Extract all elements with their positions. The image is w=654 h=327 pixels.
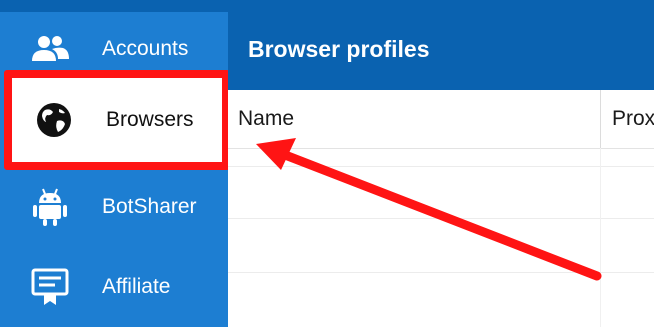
profiles-table: Name Prox xyxy=(228,90,654,327)
page-header: Browser profiles xyxy=(228,12,654,90)
top-bar xyxy=(0,0,654,12)
table-row[interactable] xyxy=(228,166,654,167)
sidebar-item-label: BotSharer xyxy=(102,195,197,218)
column-header-proxy[interactable]: Prox xyxy=(612,90,654,148)
sidebar-item-label: Browsers xyxy=(106,108,194,131)
users-icon xyxy=(28,27,72,71)
sidebar-item-affiliate[interactable]: Affiliate xyxy=(0,250,228,324)
page-title: Browser profiles xyxy=(248,36,430,62)
column-header-name[interactable]: Name xyxy=(238,90,294,148)
column-divider xyxy=(600,148,601,327)
table-row[interactable] xyxy=(228,272,654,273)
table-row[interactable] xyxy=(228,218,654,219)
android-icon xyxy=(28,185,72,229)
column-divider[interactable] xyxy=(600,90,601,148)
sidebar-item-browsers[interactable]: Browsers xyxy=(4,70,230,170)
globe-icon xyxy=(32,98,76,142)
sidebar-item-label: Accounts xyxy=(102,37,189,60)
certificate-icon xyxy=(28,265,72,309)
sidebar-item-botsharer[interactable]: BotSharer xyxy=(0,170,228,244)
table-header: Name Prox xyxy=(228,90,654,149)
sidebar-item-label: Affiliate xyxy=(102,275,171,298)
